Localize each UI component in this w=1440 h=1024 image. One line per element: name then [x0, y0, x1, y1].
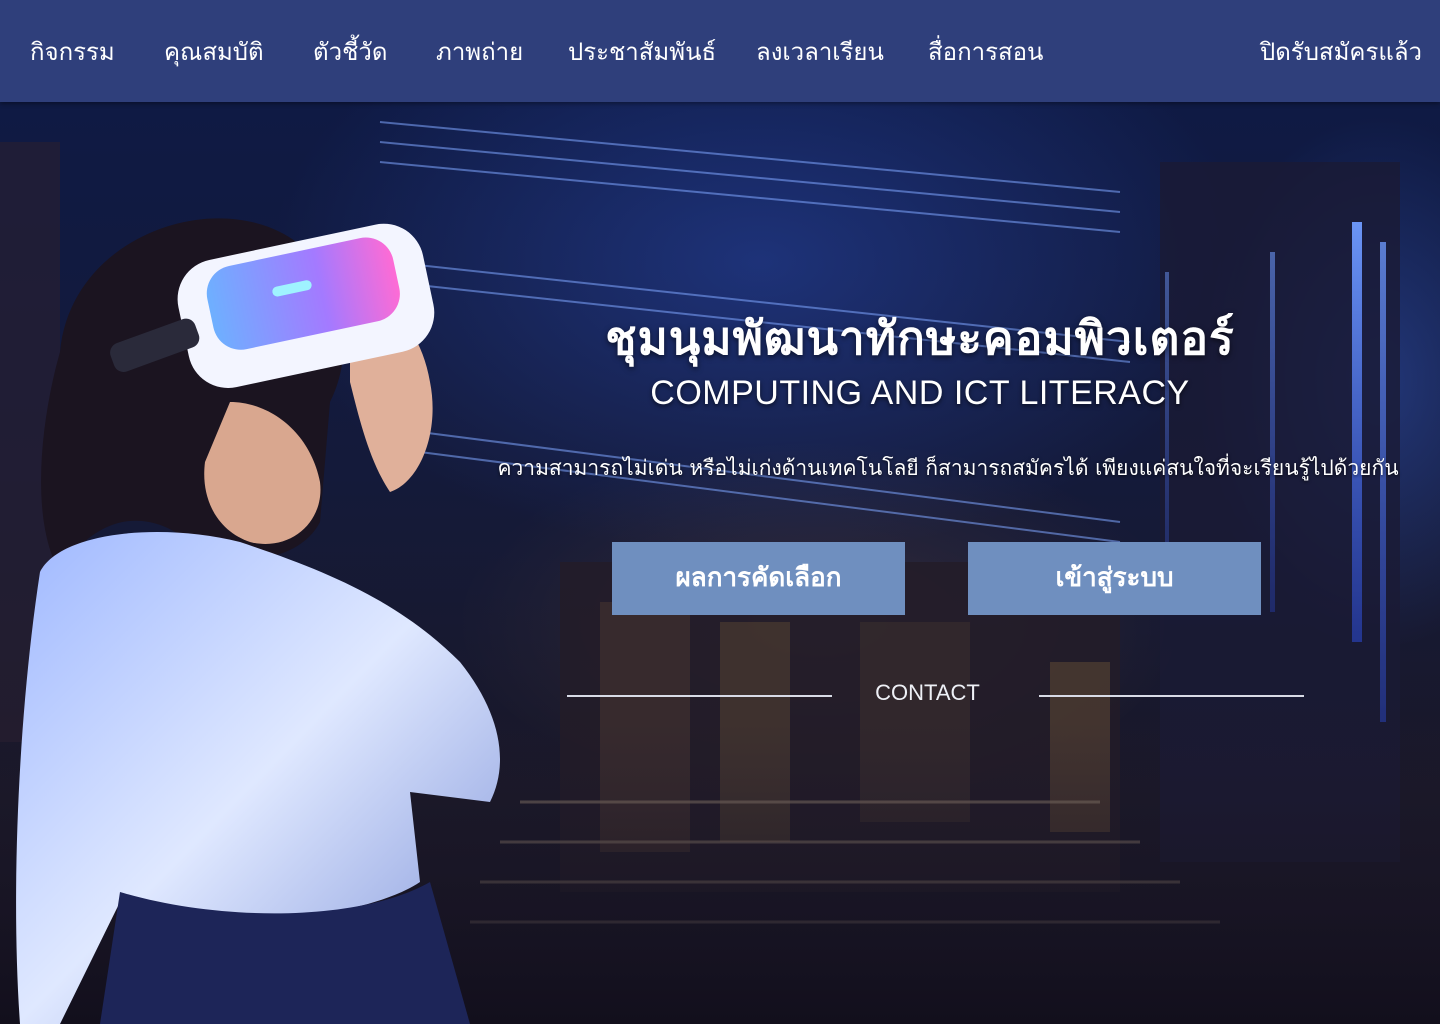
hero-section: ชุมนุมพัฒนาทักษะคอมพิวเตอร์ COMPUTING AN… [0, 102, 1440, 1024]
club-subtitle: COMPUTING AND ICT LITERACY [650, 374, 1190, 412]
selection-results-button[interactable]: ผลการคัดเลือก [612, 542, 905, 615]
nav-item-announcements[interactable]: ประชาสัมพันธ์ [568, 34, 716, 70]
registration-status[interactable]: ปิดรับสมัครแล้ว [1260, 34, 1422, 70]
nav-item-attendance[interactable]: ลงเวลาเรียน [756, 34, 884, 70]
nav-item-teaching-media[interactable]: สื่อการสอน [928, 34, 1043, 70]
vr-girl-illustration [16, 218, 500, 1024]
nav-item-photos[interactable]: ภาพถ่าย [436, 34, 523, 70]
club-tagline: ความสามารถไม่เด่น หรือไม่เก่งด้านเทคโนโล… [497, 456, 1399, 480]
club-title: ชุมนุมพัฒนาทักษะคอมพิวเตอร์ [605, 311, 1235, 365]
top-navbar: กิจกรรม คุณสมบัติ ตัวชี้วัด ภาพถ่าย ประช… [0, 0, 1440, 102]
nav-item-qualifications[interactable]: คุณสมบัติ [164, 34, 264, 70]
contact-divider-left [567, 695, 832, 697]
nav-item-indicators[interactable]: ตัวชี้วัด [313, 34, 387, 70]
login-button[interactable]: เข้าสู่ระบบ [968, 542, 1261, 615]
nav-item-activities[interactable]: กิจกรรม [30, 34, 115, 70]
contact-divider-right [1039, 695, 1304, 697]
contact-link[interactable]: CONTACT [860, 680, 995, 706]
